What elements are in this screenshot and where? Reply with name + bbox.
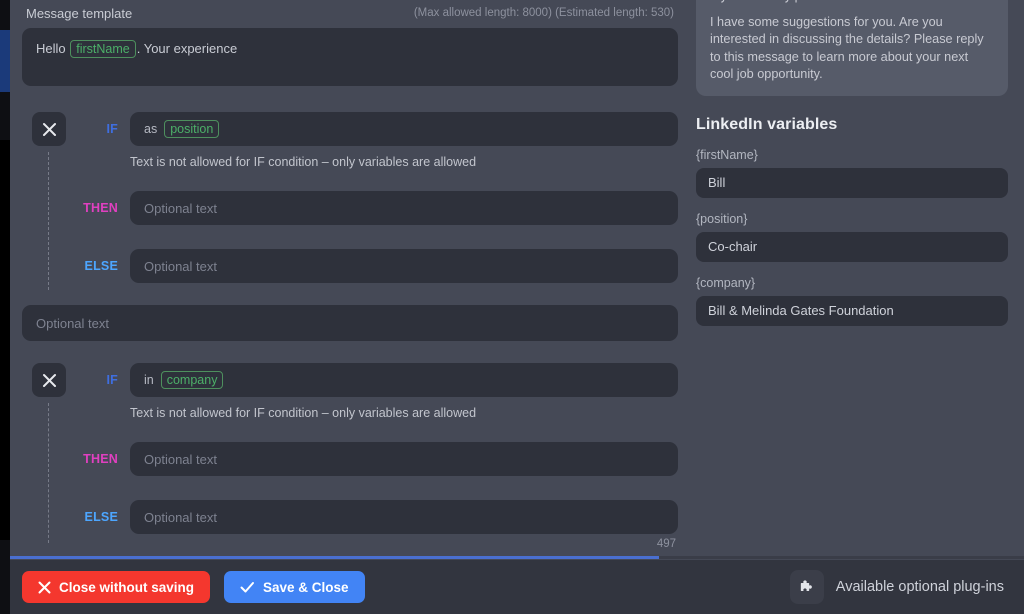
if-warning-message: Text is not allowed for IF condition – o… [130,406,477,420]
if-keyword-label: IF [106,373,118,387]
close-without-saving-label: Close without saving [59,579,195,595]
if-block-connector [48,403,49,543]
close-icon [42,122,56,136]
variable-value-input[interactable]: Bill & Melinda Gates Foundation [696,295,1008,326]
if-block-connector [48,152,49,290]
if-operator-text: in [144,373,154,387]
if-variable-chip[interactable]: position [164,120,220,138]
variable-field: {company} Bill & Melinda Gates Foundatio… [696,276,1008,326]
close-without-saving-button[interactable]: Close without saving [22,571,211,603]
then-keyword-label: THEN [83,201,118,215]
template-editor-column: Message template (Max allowed length: 80… [10,0,690,562]
close-icon [42,373,56,387]
variables-panel-title: LinkedIn variables [696,115,838,133]
else-text-input[interactable]: Optional text [130,500,678,534]
available-plugins-label: Available optional plug-ins [835,579,1004,595]
if-block: IF as position Text is not allowed for I… [22,112,678,290]
page-edge-dark-segment [0,140,10,540]
preview-paragraph: I have some suggestions for you. Are you… [710,14,984,82]
else-keyword-label: ELSE [84,510,118,524]
if-row: IF in company [82,363,678,397]
then-text-input[interactable]: Optional text [130,191,678,225]
message-preview-card: my work in my profile. I have some sugge… [696,0,1008,96]
if-row: IF as position [82,112,678,146]
then-keyword-label: THEN [83,452,118,466]
close-icon [38,581,51,593]
variable-label: {position} [696,211,748,226]
variable-label: {firstName} [696,147,758,162]
available-plugins[interactable]: Available optional plug-ins [789,570,1004,604]
if-warning-message: Text is not allowed for IF condition – o… [130,155,477,169]
puzzle-icon [789,570,824,604]
scroll-progress-track[interactable] [10,556,1024,559]
variable-field: {position} Co-chair [696,212,1008,262]
scroll-progress-fill [10,556,659,559]
check-icon [240,581,255,592]
if-block: IF in company Text is not allowed for IF… [22,363,678,543]
else-row: ELSE Optional text [82,500,678,534]
page-edge-blue-segment [0,30,10,92]
message-template-textarea[interactable]: Hello firstName. Your experience [22,28,678,86]
if-variable-chip[interactable]: company [160,371,224,389]
remove-if-block-button[interactable] [32,112,66,146]
template-header: Message template (Max allowed length: 80… [22,0,678,26]
length-meta: (Max allowed length: 8000) (Estimated le… [413,7,674,19]
if-condition-input[interactable]: in company [130,363,678,397]
modal-body: Message template (Max allowed length: 80… [10,0,1024,562]
template-text-before: Hello [36,41,70,56]
then-row: THEN Optional text [82,442,678,476]
page-edge-strip [0,0,10,614]
message-template-modal: Message template (Max allowed length: 80… [0,0,1024,614]
then-text-input[interactable]: Optional text [130,442,678,476]
save-and-close-label: Save & Close [263,579,349,595]
character-counter: 497 [656,538,676,550]
remove-if-block-button[interactable] [32,363,66,397]
page-title: Message template [26,5,133,21]
variable-value-input[interactable]: Co-chair [696,231,1008,262]
template-text-after: . Your experience [136,41,238,56]
else-row: ELSE Optional text [82,249,678,283]
modal-footer: Close without saving Save & Close Availa… [0,560,1024,614]
variable-chip-firstname[interactable]: firstName [70,40,136,58]
variable-label: {company} [696,275,756,290]
if-condition-input[interactable]: as position [130,112,678,146]
then-row: THEN Optional text [82,191,678,225]
save-and-close-button[interactable]: Save & Close [224,571,365,603]
between-blocks-text-input[interactable]: Optional text [22,305,678,341]
else-keyword-label: ELSE [84,259,118,273]
template-line: Hello firstName. Your experience [36,40,664,58]
variable-field: {firstName} Bill [696,148,1008,198]
if-keyword-label: IF [106,122,118,136]
puzzle-piece-icon [801,579,813,591]
variable-value-input[interactable]: Bill [696,167,1008,198]
else-text-input[interactable]: Optional text [130,249,678,283]
if-operator-text: as [144,122,158,136]
variables-panel: my work in my profile. I have some sugge… [696,0,1024,562]
